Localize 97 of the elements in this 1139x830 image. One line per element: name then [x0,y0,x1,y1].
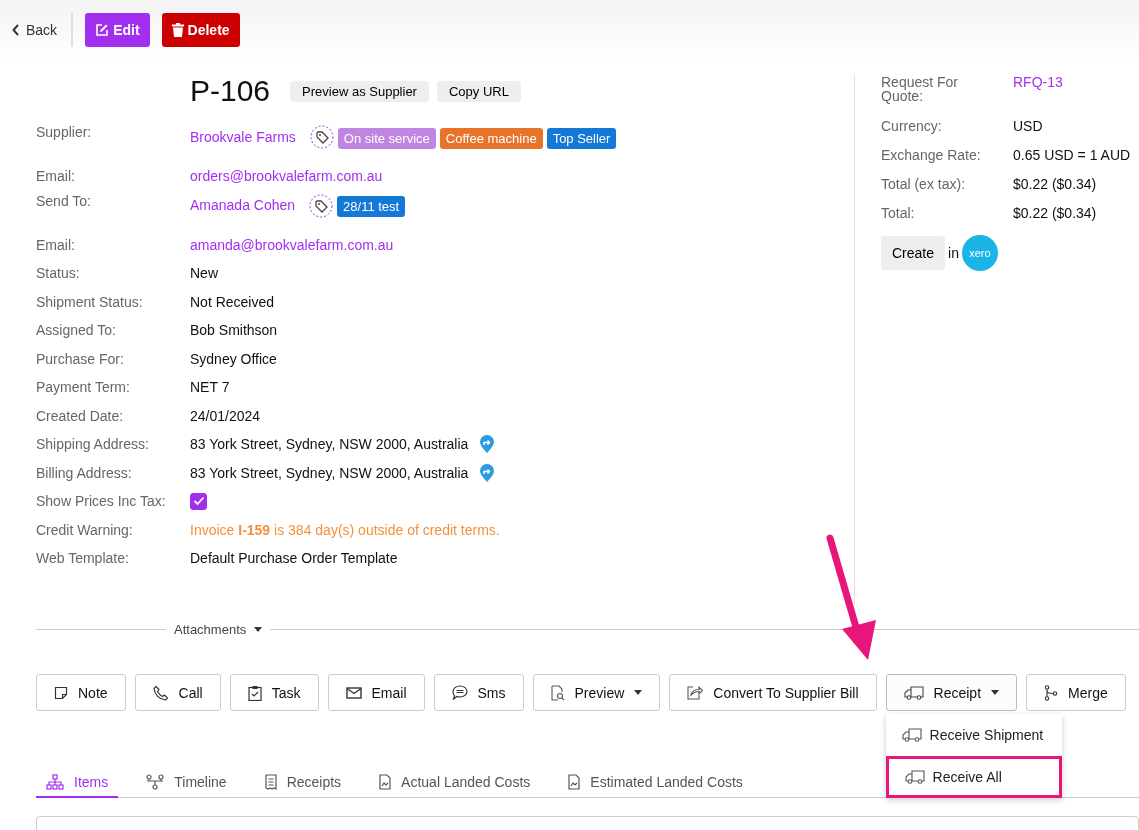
attachments-toggle[interactable]: Attachments [166,622,271,637]
field-label: Email: [36,236,76,253]
address-value: 83 York Street, Sydney, NSW 2000, Australia [190,436,469,453]
field-label: Credit Warning: [36,521,134,538]
edit-button[interactable]: Edit [85,13,150,47]
field-link[interactable]: Amanada Cohen [190,197,296,213]
branch-icon [1044,684,1059,701]
accounting-logo: xero [961,235,998,271]
field-link[interactable]: Brookvale Farms [190,128,296,145]
truck-icon [901,728,922,742]
directions-icon[interactable] [480,463,495,482]
tag: Coffee machine [439,127,543,149]
phone-icon [152,684,169,701]
back-button[interactable]: Back [10,18,60,42]
field-label: Assigned To: [36,322,117,339]
tab[interactable]: Actual Landed Costs [369,768,541,798]
file-icon [379,774,392,790]
credit-warning: Invoice I-159 is 384 day(s) outside of credit terms. [190,521,500,538]
field-value: 24/01/2024 [190,407,261,424]
field-value: Not Received [190,293,275,310]
order-title: P-106 [190,74,271,108]
checkbox[interactable] [190,492,207,510]
field-value: New [190,265,218,282]
header-button[interactable]: Copy URL [436,80,521,102]
receipt-icon [264,774,277,790]
field-label: Status: [36,265,81,282]
field-value: Sydney Office [190,350,277,367]
summary-label: Total (ex tax): [881,177,967,191]
truck-icon [903,685,924,700]
envelope-icon [345,686,362,699]
checkmark-icon [192,496,205,507]
summary-label: Request For Quote: [881,75,960,103]
edit-icon [95,23,110,37]
menu-item[interactable]: Receive All [885,756,1062,798]
timeline-icon [146,774,165,790]
address-value: 83 York Street, Sydney, NSW 2000, Australia [190,464,469,481]
field-label: Send To: [36,191,92,209]
tag: 28/11 test [337,196,406,217]
caret-icon [634,690,643,695]
file-icon [568,774,581,790]
trash-icon [171,23,184,37]
field-label: Supplier: [36,123,93,140]
summary-label: Total: [881,206,916,220]
action-button[interactable]: Receipt [885,674,1018,711]
field-label: Shipment Status: [36,293,144,310]
field-label: Purchase For: [36,350,125,367]
summary-label: Currency: [881,119,943,133]
action-button[interactable]: Merge [1026,674,1126,711]
create-button[interactable]: Create [881,236,946,270]
tab[interactable]: Receipts [254,768,352,798]
action-button[interactable]: Sms [433,674,524,711]
summary-value: $0.22 ($0.34) [1013,206,1097,220]
field-label: Web Template: [36,550,130,567]
header-button[interactable]: Preview as Supplier [290,80,429,102]
note-icon [54,685,68,700]
tag-icon[interactable] [309,193,334,218]
summary-label: Exchange Rate: [881,148,982,162]
summary-value: 0.65 USD = 1 AUD [1013,148,1131,162]
field-link[interactable]: orders@brookvalefarm.com.au [190,168,383,185]
field-label: Show Prices Inc Tax: [36,493,167,510]
action-button[interactable]: Email [327,674,425,711]
menu-item[interactable]: Receive Shipment [885,714,1062,756]
truck-icon [904,770,925,784]
caret-icon [991,690,1000,695]
field-label: Billing Address: [36,464,133,481]
directions-icon[interactable] [480,435,495,454]
field-label: Shipping Address: [36,436,150,453]
clipboard-icon [247,684,262,701]
summary-value: $0.22 ($0.34) [1013,177,1097,191]
action-button[interactable]: Preview [532,674,661,711]
tab[interactable]: Items [36,768,119,798]
field-value: Bob Smithson [190,322,278,339]
caret-icon [254,627,263,632]
tag-icon[interactable] [309,125,334,149]
chat-bubble-icon [451,685,468,700]
action-button[interactable]: Task [229,674,319,711]
field-label: Email: [36,168,76,185]
tab[interactable]: Estimated Landed Costs [558,768,753,798]
action-button[interactable]: Note [36,674,126,711]
field-label: Created Date: [36,407,125,424]
action-button[interactable]: Convert To Supplier Bill [669,674,877,711]
sitemap-icon [46,774,64,790]
delete-button[interactable]: Delete [161,13,240,47]
field-value: Default Purchase Order Template [190,550,398,567]
document-search-icon [550,684,565,701]
share-icon [687,685,704,700]
summary-link[interactable]: RFQ-13 [1013,75,1063,89]
summary-value: USD [1013,119,1043,133]
action-button[interactable]: Call [134,674,221,711]
field-label: Payment Term: [36,379,131,396]
tag: On site service [337,127,436,149]
connector-text: in [948,245,959,261]
chevron-left-icon [12,24,20,36]
field-value: NET 7 [190,379,230,396]
tab[interactable]: Timeline [136,768,237,798]
tag: Top Seller [546,127,617,149]
field-link[interactable]: amanda@brookvalefarm.com.au [190,236,394,253]
